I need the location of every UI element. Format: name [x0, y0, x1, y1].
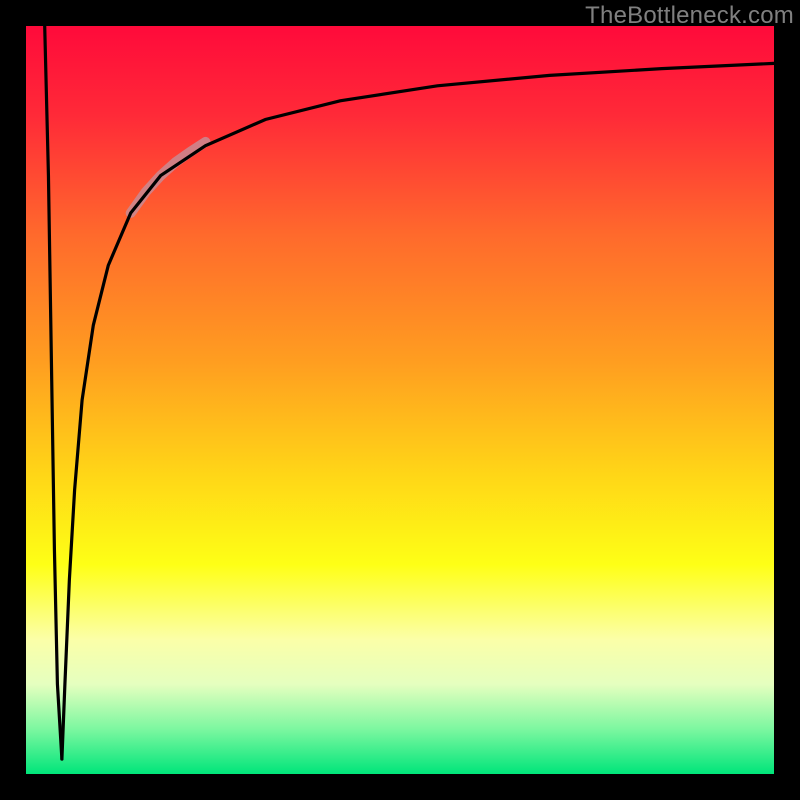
left-descending-edge [45, 26, 62, 759]
watermark-text: TheBottleneck.com [585, 2, 794, 30]
chart-frame: TheBottleneck.com [0, 0, 800, 800]
plot-area [26, 26, 774, 774]
curve-layer [26, 26, 774, 774]
